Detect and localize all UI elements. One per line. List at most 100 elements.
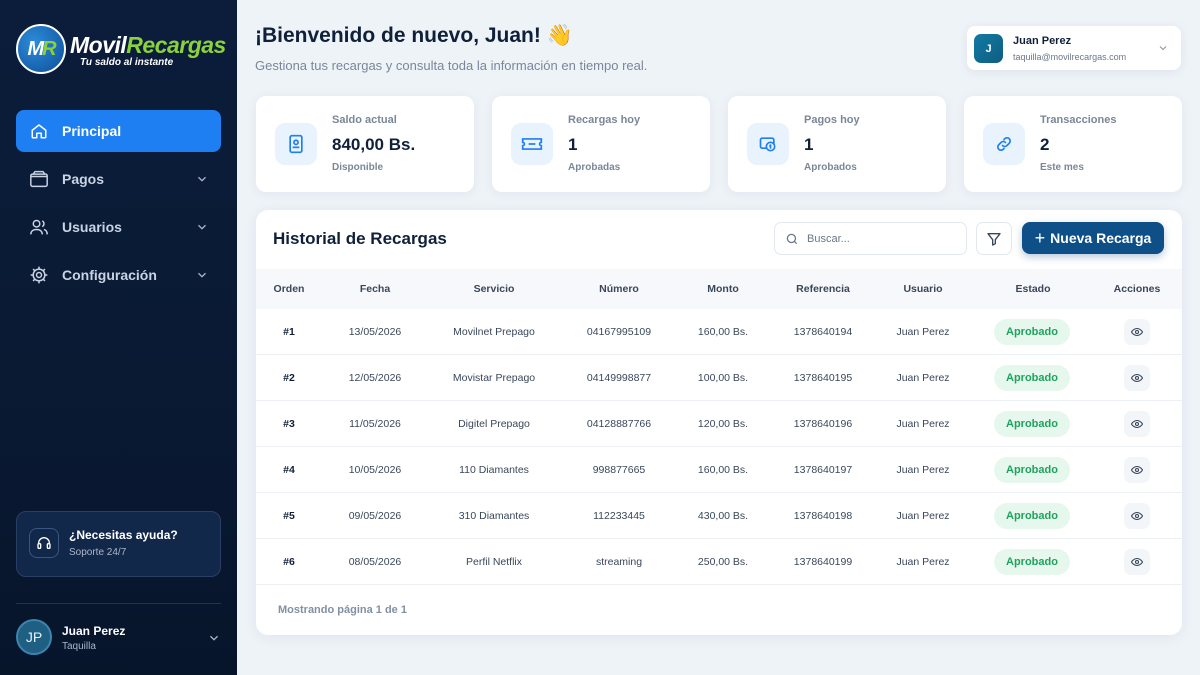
cell-usuario: Juan Perez bbox=[896, 326, 950, 338]
view-button[interactable] bbox=[1124, 549, 1150, 575]
filter-button[interactable] bbox=[976, 222, 1012, 255]
cell-usuario: Juan Perez bbox=[896, 556, 950, 568]
sidebar-user-menu[interactable]: JP Juan Perez Taquilla bbox=[16, 619, 221, 657]
help-card[interactable]: ¿Necesitas ayuda? Soporte 24/7 bbox=[16, 511, 221, 577]
cell-referencia: 1378640196 bbox=[793, 418, 853, 430]
status-badge: Aprobado bbox=[994, 503, 1070, 529]
stat-sub: Aprobadas bbox=[568, 162, 621, 173]
column-header[interactable]: Usuario bbox=[903, 283, 942, 295]
chevron-down-icon bbox=[210, 635, 218, 641]
cell-monto: 120,00 Bs. bbox=[697, 418, 749, 430]
status-badge: Aprobado bbox=[994, 365, 1070, 391]
table-row[interactable]: #3 11/05/2026 Digitel Prepago 0412888776… bbox=[256, 401, 1182, 447]
status-badge: Aprobado bbox=[994, 411, 1070, 437]
cell-numero: 04128887766 bbox=[586, 418, 652, 430]
cell-referencia: 1378640197 bbox=[793, 464, 853, 476]
cell-fecha: 11/05/2026 bbox=[349, 418, 401, 430]
cell-monto: 430,00 Bs. bbox=[697, 510, 749, 522]
cell-numero: streaming bbox=[595, 556, 643, 568]
pagination-info: Mostrando página 1 de 1 bbox=[278, 604, 407, 616]
column-header[interactable]: Servicio bbox=[474, 283, 515, 295]
eye-icon bbox=[1131, 511, 1143, 521]
avatar: JP bbox=[16, 619, 52, 655]
table-row[interactable]: #2 12/05/2026 Movistar Prepago 041499988… bbox=[256, 355, 1182, 401]
column-header[interactable]: Número bbox=[599, 283, 639, 295]
table-header: Orden Fecha Servicio Número Monto Refere… bbox=[256, 269, 1182, 309]
link-icon bbox=[983, 123, 1025, 165]
search-input[interactable] bbox=[807, 230, 957, 248]
column-header[interactable]: Referencia bbox=[796, 283, 850, 295]
sidebar-item-pagos[interactable]: Pagos bbox=[16, 158, 221, 200]
column-header[interactable]: Orden bbox=[274, 283, 305, 295]
logo-mark-r: R bbox=[42, 37, 57, 60]
sidebar-item-configuracion[interactable]: Configuración bbox=[16, 254, 221, 296]
cell-servicio: Digitel Prepago bbox=[458, 418, 530, 430]
table-row[interactable]: #1 13/05/2026 Movilnet Prepago 041679951… bbox=[256, 309, 1182, 355]
wallet-icon bbox=[29, 169, 49, 189]
column-header[interactable]: Fecha bbox=[360, 283, 390, 295]
new-recharge-button[interactable]: + Nueva Recarga bbox=[1022, 222, 1164, 254]
view-button[interactable] bbox=[1124, 411, 1150, 437]
cell-servicio: Movilnet Prepago bbox=[453, 326, 535, 338]
view-button[interactable] bbox=[1124, 503, 1150, 529]
cell-fecha: 12/05/2026 bbox=[348, 372, 402, 384]
table-row[interactable]: #5 09/05/2026 310 Diamantes 112233445 43… bbox=[256, 493, 1182, 539]
column-header[interactable]: Monto bbox=[707, 283, 739, 295]
brand-name-main: Movil bbox=[70, 32, 127, 58]
sidebar-user-name: Juan Perez bbox=[62, 624, 126, 638]
cell-fecha: 08/05/2026 bbox=[348, 556, 402, 568]
brand-logo[interactable]: MR MovilRecargas Tu saldo al instante bbox=[16, 24, 226, 74]
cell-numero: 04149998877 bbox=[586, 372, 652, 384]
wallet-card-icon bbox=[275, 123, 317, 165]
view-button[interactable] bbox=[1124, 457, 1150, 483]
cell-numero: 112233445 bbox=[593, 510, 645, 522]
cell-orden: #3 bbox=[283, 418, 295, 430]
cell-usuario: Juan Perez bbox=[896, 510, 950, 522]
cell-fecha: 09/05/2026 bbox=[348, 510, 402, 522]
eye-icon bbox=[1131, 557, 1143, 567]
cell-servicio: Movistar Prepago bbox=[452, 372, 536, 384]
sidebar-item-usuarios[interactable]: Usuarios bbox=[16, 206, 221, 248]
gear-icon bbox=[29, 265, 49, 285]
cell-servicio: 110 Diamantes bbox=[459, 464, 529, 476]
cell-usuario: Juan Perez bbox=[896, 418, 950, 430]
column-header[interactable]: Acciones bbox=[1114, 283, 1161, 295]
cell-numero: 998877665 bbox=[592, 464, 646, 476]
view-button[interactable] bbox=[1124, 319, 1150, 345]
cell-fecha: 13/05/2026 bbox=[348, 326, 402, 338]
sidebar: MR MovilRecargas Tu saldo al instante Pr… bbox=[0, 0, 237, 675]
stat-value: 1 bbox=[804, 135, 814, 154]
cell-orden: #4 bbox=[283, 464, 295, 476]
sidebar-user-role: Taquilla bbox=[62, 641, 96, 652]
cell-orden: #6 bbox=[283, 556, 295, 568]
cell-monto: 160,00 Bs. bbox=[697, 464, 749, 476]
help-title: ¿Necesitas ayuda? bbox=[69, 528, 178, 542]
stat-card-saldo: Saldo actual 840,00 Bs. Disponible bbox=[256, 96, 474, 192]
table-row[interactable]: #6 08/05/2026 Perfil Netflix streaming 2… bbox=[256, 539, 1182, 585]
stat-label: Recargas hoy bbox=[568, 114, 641, 126]
history-title: Historial de Recargas bbox=[273, 229, 447, 248]
cell-orden: #5 bbox=[283, 510, 295, 522]
stat-sub: Este mes bbox=[1040, 162, 1084, 173]
plus-icon: + bbox=[1034, 228, 1046, 248]
table-row[interactable]: #4 10/05/2026 110 Diamantes 998877665 16… bbox=[256, 447, 1182, 493]
eye-icon bbox=[1131, 465, 1143, 475]
home-icon bbox=[29, 121, 49, 141]
stat-card-recargas: Recargas hoy 1 Aprobadas bbox=[492, 96, 710, 192]
cell-orden: #2 bbox=[283, 372, 295, 384]
view-button[interactable] bbox=[1124, 365, 1150, 391]
logo-mark-icon: MR bbox=[16, 24, 66, 74]
search-icon bbox=[786, 233, 798, 245]
cell-referencia: 1378640194 bbox=[793, 326, 853, 338]
sidebar-item-principal[interactable]: Principal bbox=[16, 110, 221, 152]
user-menu[interactable]: J Juan Perez taquilla@movilrecargas.com bbox=[967, 26, 1181, 70]
cell-monto: 100,00 Bs. bbox=[697, 372, 749, 384]
brand-tagline: Tu saldo al instante bbox=[80, 57, 174, 68]
brand-name: MovilRecargas bbox=[70, 32, 226, 59]
column-header[interactable]: Estado bbox=[1015, 283, 1050, 295]
stat-card-transacciones: Transacciones 2 Este mes bbox=[964, 96, 1182, 192]
page-subtitle: Gestiona tus recargas y consulta toda la… bbox=[255, 58, 648, 73]
stat-label: Transacciones bbox=[1040, 114, 1117, 126]
chevron-down-icon bbox=[1159, 46, 1167, 51]
stat-value: 1 bbox=[568, 135, 578, 154]
